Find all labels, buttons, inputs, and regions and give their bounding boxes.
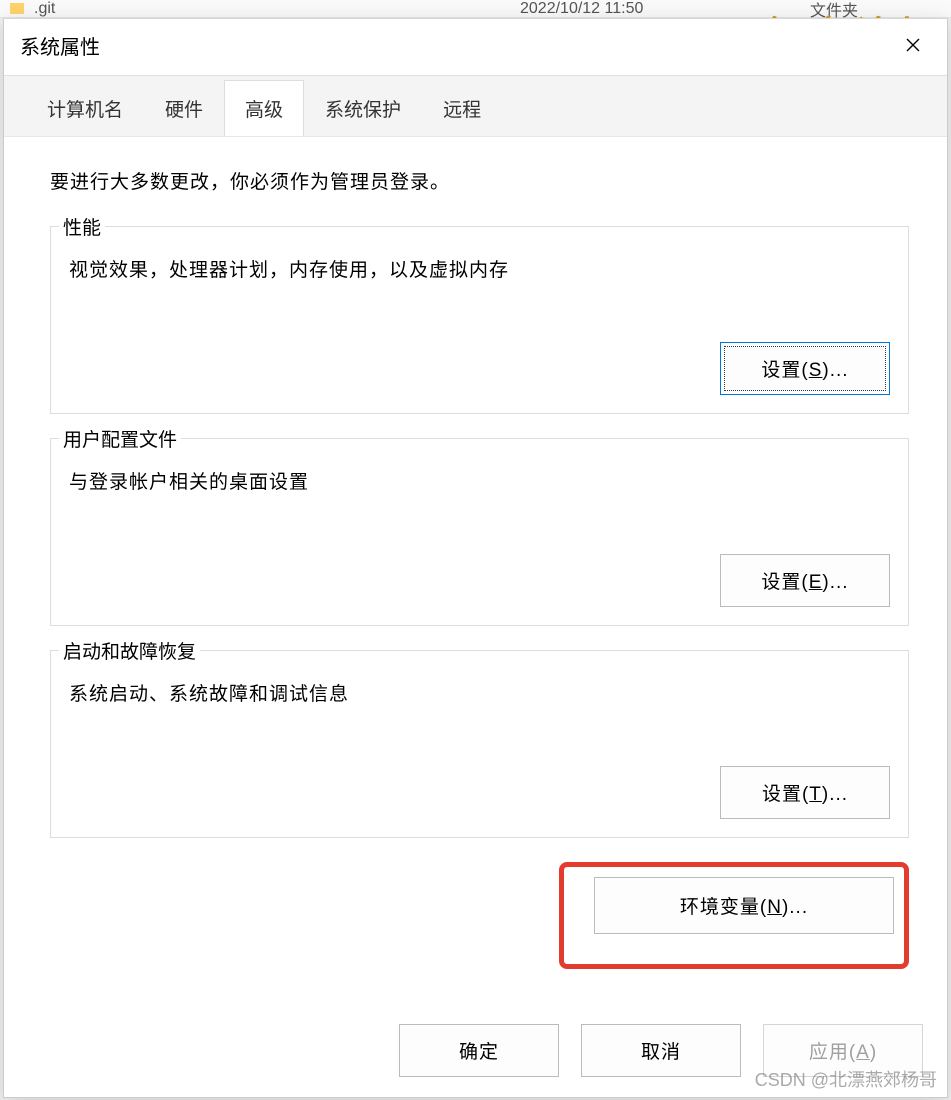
- startup-settings-button[interactable]: 设置(T)...: [720, 766, 890, 819]
- group-user-profiles-desc: 与登录帐户相关的桌面设置: [69, 467, 890, 494]
- group-performance-desc: 视觉效果，处理器计划，内存使用，以及虚拟内存: [69, 255, 890, 282]
- bg-file-date: 2022/10/12 11:50: [520, 0, 643, 18]
- group-startup-legend: 启动和故障恢复: [59, 637, 200, 664]
- group-user-profiles: 用户配置文件 与登录帐户相关的桌面设置 设置(E)...: [50, 438, 909, 626]
- highlight-annotation: 环境变量(N)...: [559, 862, 909, 969]
- group-performance: 性能 视觉效果，处理器计划，内存使用，以及虚拟内存 设置(S)...: [50, 226, 909, 414]
- close-icon: [906, 38, 920, 52]
- admin-note: 要进行大多数更改，你必须作为管理员登录。: [50, 167, 909, 194]
- titlebar: 系统属性: [4, 19, 947, 75]
- dialog-footer: 确定 取消 应用(A): [4, 1008, 947, 1097]
- tab-content-advanced: 要进行大多数更改，你必须作为管理员登录。 性能 视觉效果，处理器计划，内存使用，…: [4, 136, 947, 1008]
- group-startup-recovery: 启动和故障恢复 系统启动、系统故障和调试信息 设置(T)...: [50, 650, 909, 838]
- apply-button[interactable]: 应用(A): [763, 1024, 923, 1077]
- tab-remote[interactable]: 远程: [422, 80, 502, 136]
- tab-computer-name[interactable]: 计算机名: [26, 80, 144, 136]
- group-startup-desc: 系统启动、系统故障和调试信息: [69, 679, 890, 706]
- performance-settings-button[interactable]: 设置(S)...: [720, 342, 890, 395]
- env-row: 环境变量(N)...: [50, 862, 909, 969]
- tab-advanced[interactable]: 高级: [224, 80, 304, 137]
- group-performance-legend: 性能: [59, 213, 105, 240]
- user-profiles-settings-button[interactable]: 设置(E)...: [720, 554, 890, 607]
- close-button[interactable]: [893, 29, 933, 61]
- tab-strip: 计算机名 硬件 高级 系统保护 远程: [4, 75, 947, 136]
- system-properties-dialog: 系统属性 计算机名 硬件 高级 系统保护 远程 要进行大多数更改，你必须作为管理…: [3, 18, 948, 1098]
- explorer-row: .git 2022/10/12 11:50 文件夹: [0, 0, 951, 18]
- folder-icon: [10, 3, 24, 14]
- environment-variables-button[interactable]: 环境变量(N)...: [594, 877, 894, 934]
- ok-button[interactable]: 确定: [399, 1024, 559, 1077]
- dialog-title: 系统属性: [20, 31, 100, 60]
- tab-system-protection[interactable]: 系统保护: [304, 80, 422, 136]
- bg-file-name: .git: [34, 0, 55, 18]
- group-user-profiles-legend: 用户配置文件: [59, 425, 181, 452]
- tab-hardware[interactable]: 硬件: [144, 80, 224, 136]
- cancel-button[interactable]: 取消: [581, 1024, 741, 1077]
